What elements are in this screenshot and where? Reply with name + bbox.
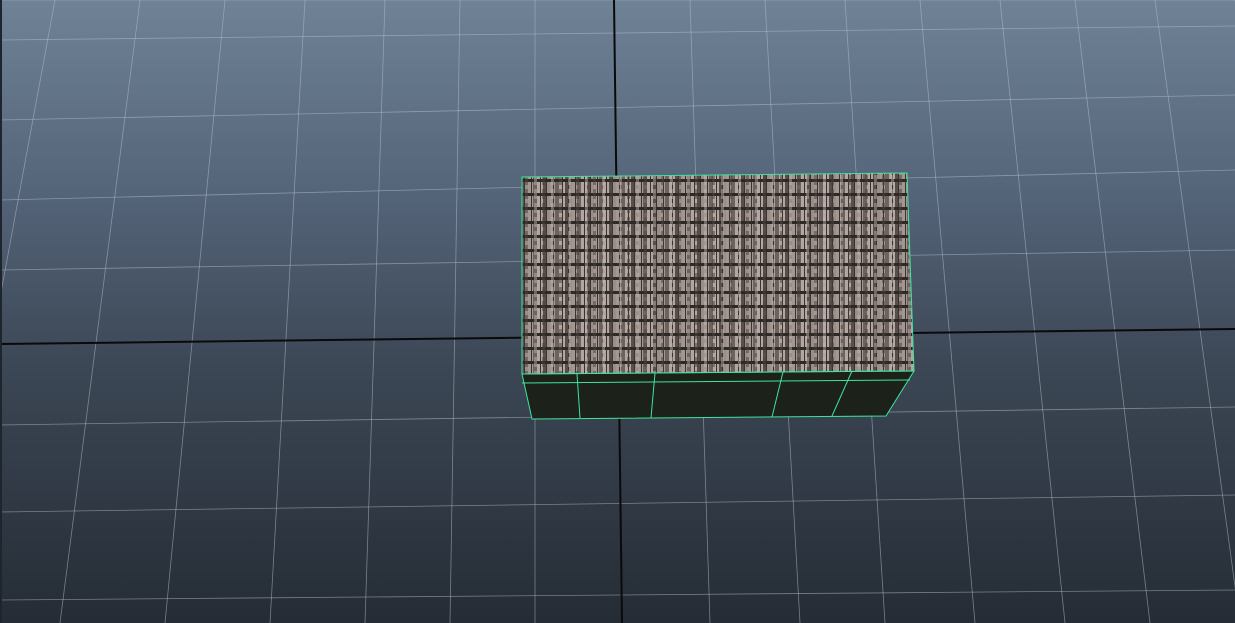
grid-line <box>0 589 1235 601</box>
box-front-face[interactable] <box>522 371 914 419</box>
grid-line <box>999 0 1066 623</box>
3d-viewport[interactable] <box>0 0 1235 623</box>
viewport-canvas[interactable] <box>0 0 1235 623</box>
grid-line <box>1154 0 1235 590</box>
box-top-face-shading <box>522 173 914 374</box>
grid-line <box>59 0 141 623</box>
viewport-left-border <box>0 0 2 623</box>
grid-line <box>364 0 386 623</box>
selected-box-mesh[interactable] <box>521 172 915 420</box>
grid-line <box>449 0 461 623</box>
grid-line <box>164 0 226 623</box>
grid-line <box>0 494 1235 513</box>
grid-line <box>1074 0 1151 623</box>
grid-line <box>919 0 976 623</box>
grid-line <box>0 25 1235 41</box>
grid-line <box>269 0 306 623</box>
grid-line <box>0 0 56 301</box>
grid-line <box>0 94 1235 121</box>
